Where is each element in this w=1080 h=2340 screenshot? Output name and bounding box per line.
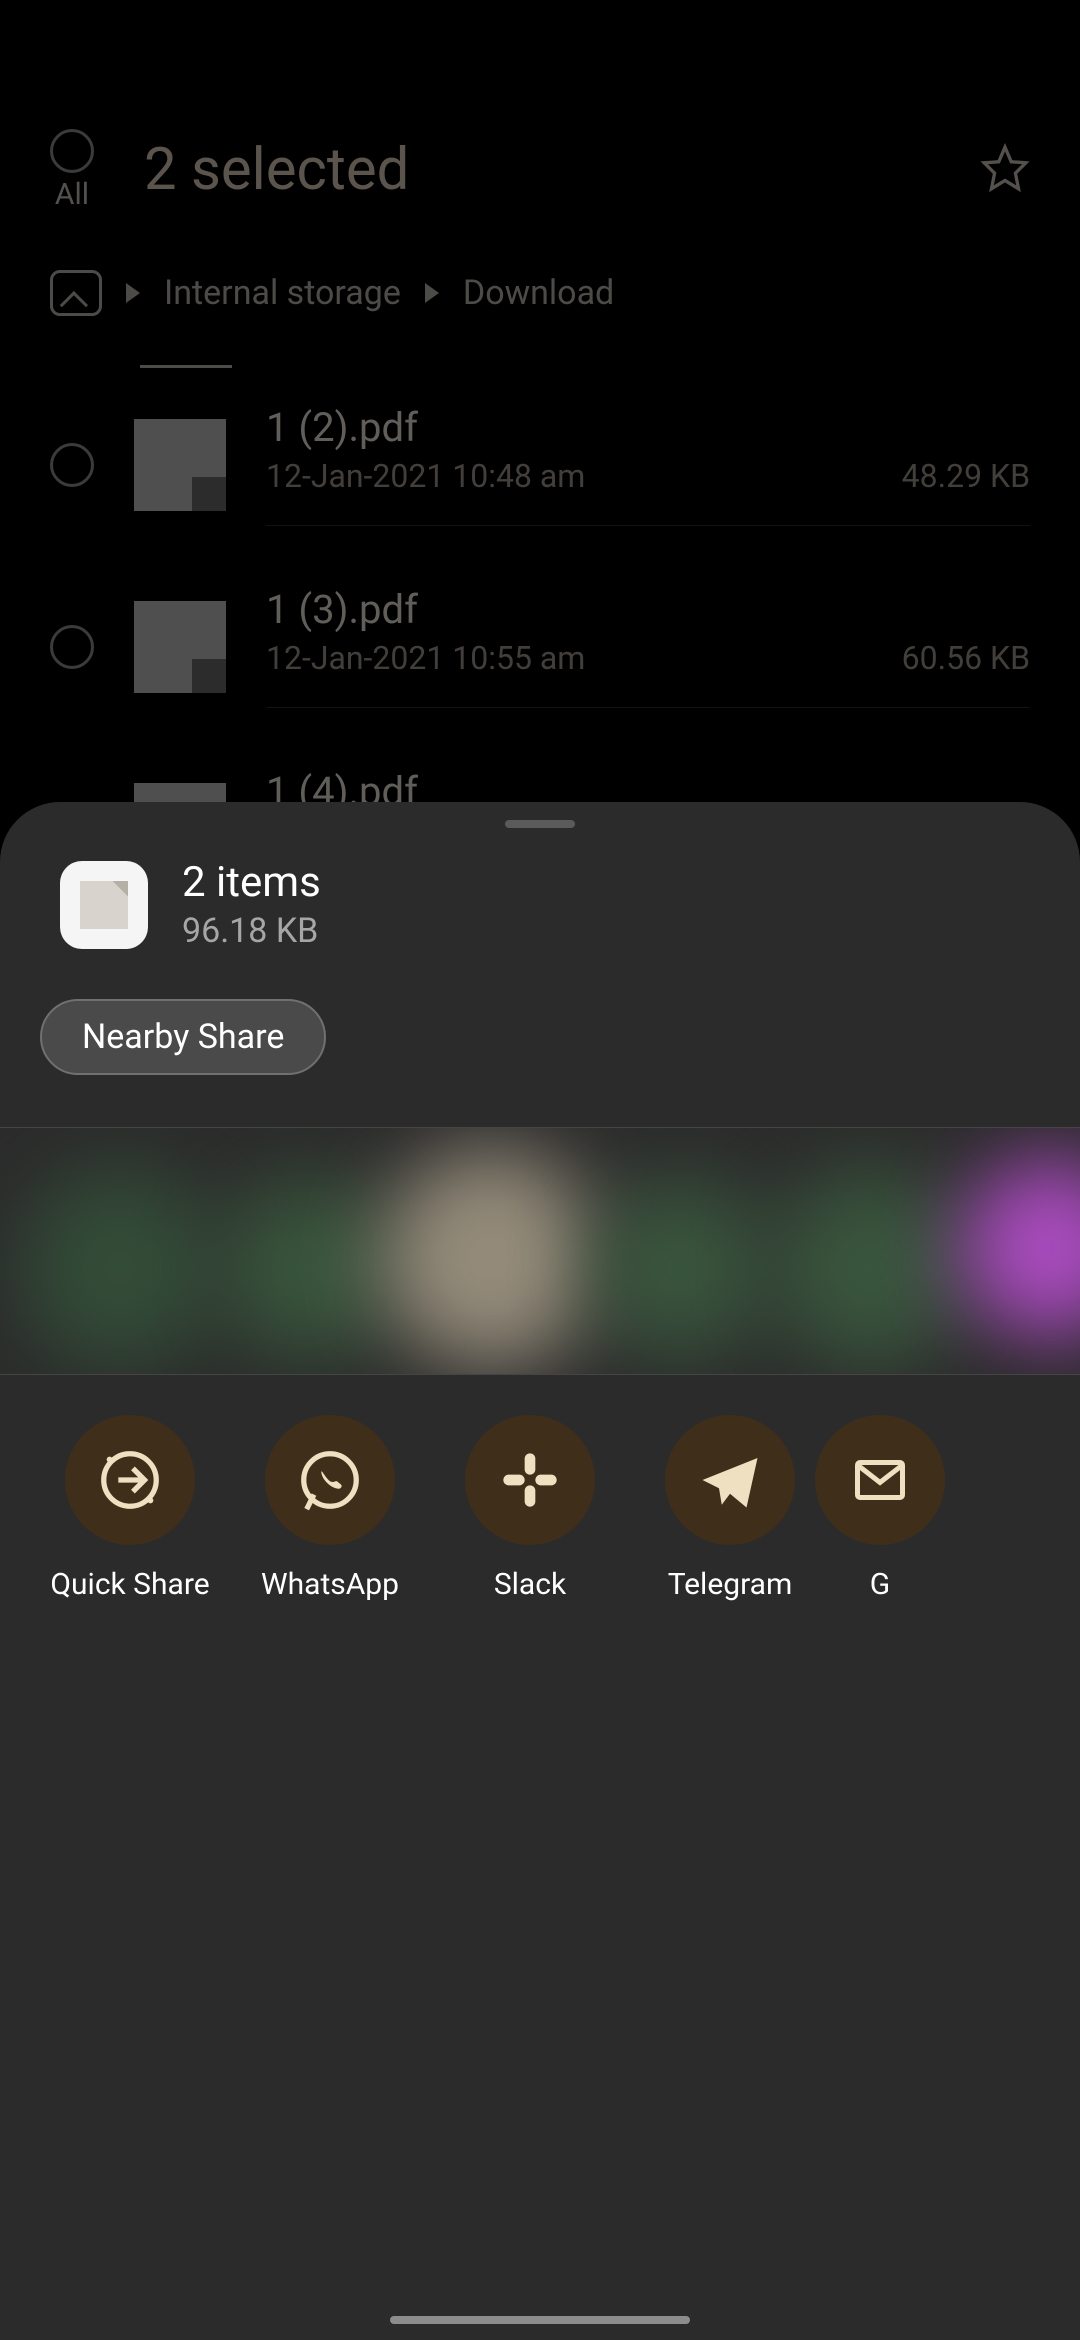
share-target-label: Telegram	[668, 1567, 793, 1602]
suggested-contacts-row[interactable]	[0, 1127, 1080, 1375]
share-target-slack[interactable]: Slack	[430, 1415, 630, 1602]
share-target-quick-share[interactable]: Quick Share	[30, 1415, 230, 1602]
chevron-right-icon	[126, 283, 140, 303]
breadcrumb: Internal storage Download	[0, 270, 1080, 316]
share-target-label: G	[870, 1567, 890, 1602]
share-target-telegram[interactable]: Telegram	[630, 1415, 830, 1602]
file-name: 1 (2).pdf	[266, 404, 1030, 451]
slack-icon	[465, 1415, 595, 1545]
file-checkbox[interactable]	[50, 625, 94, 669]
share-target-more[interactable]: G	[830, 1415, 930, 1602]
share-target-label: Slack	[494, 1567, 566, 1602]
chevron-right-icon	[425, 283, 439, 303]
file-row[interactable]: 1 (3).pdf 12-Jan-2021 10:55 am 60.56 KB	[0, 556, 1080, 738]
file-name: 1 (3).pdf	[266, 586, 1030, 633]
file-size: 48.29 KB	[902, 457, 1030, 495]
share-header: 2 items 96.18 KB	[0, 828, 1080, 971]
home-icon[interactable]	[50, 270, 102, 316]
favorite-button[interactable]	[980, 143, 1030, 197]
selection-count-title: 2 selected	[144, 136, 980, 204]
file-date: 12-Jan-2021 10:55 am	[266, 639, 585, 677]
breadcrumb-item[interactable]: Download	[463, 273, 614, 313]
share-apps-row: Quick Share WhatsApp Slac	[0, 1375, 1080, 1642]
select-all-checkbox[interactable]	[50, 129, 94, 173]
share-target-label: Quick Share	[50, 1567, 209, 1602]
file-date: 12-Jan-2021 10:48 am	[266, 457, 585, 495]
breadcrumb-item[interactable]: Internal storage	[164, 273, 401, 313]
select-all-label: All	[55, 177, 89, 212]
file-thumbnail	[134, 419, 226, 511]
sheet-grabber[interactable]	[505, 820, 575, 828]
quick-share-icon	[65, 1415, 195, 1545]
select-all-toggle[interactable]: All	[50, 129, 94, 212]
document-icon	[60, 861, 148, 949]
share-target-label: WhatsApp	[261, 1567, 399, 1602]
share-sheet: 2 items 96.18 KB Nearby Share Quick Shar…	[0, 802, 1080, 2340]
file-row[interactable]: 1 (2).pdf 12-Jan-2021 10:48 am 48.29 KB	[0, 374, 1080, 556]
share-title: 2 items	[182, 858, 321, 907]
selection-header: All 2 selected	[0, 100, 1080, 240]
nearby-share-button[interactable]: Nearby Share	[40, 999, 326, 1075]
file-checkbox[interactable]	[50, 443, 94, 487]
thumbnail-strip	[140, 338, 1080, 368]
file-thumbnail	[134, 601, 226, 693]
file-size: 60.56 KB	[902, 639, 1030, 677]
gmail-icon	[815, 1415, 945, 1545]
navigation-handle[interactable]	[390, 2316, 690, 2324]
share-target-whatsapp[interactable]: WhatsApp	[230, 1415, 430, 1602]
whatsapp-icon	[265, 1415, 395, 1545]
share-subtitle: 96.18 KB	[182, 911, 321, 951]
telegram-icon	[665, 1415, 795, 1545]
